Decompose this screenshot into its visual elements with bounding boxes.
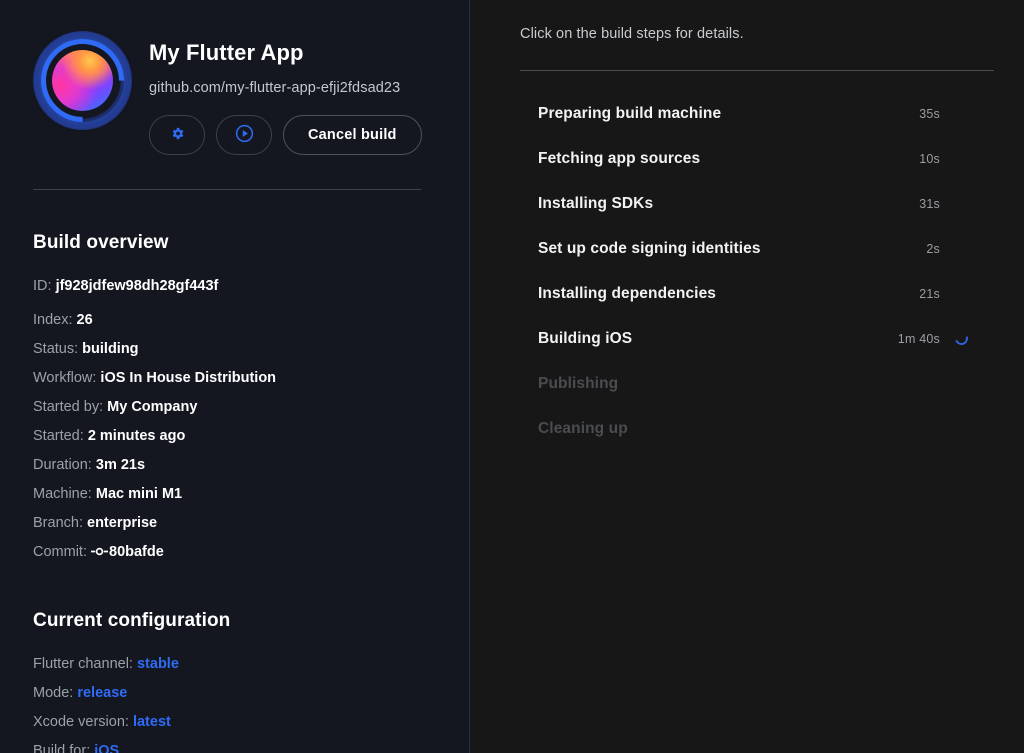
- overview-value-index: 26: [77, 312, 93, 328]
- loading-spinner-icon: [952, 330, 969, 347]
- overview-label-machine: Machine:: [33, 486, 96, 502]
- current-configuration-section: Current configuration Flutter channel: s…: [0, 610, 469, 753]
- flutter-app-gradient-logo-icon: [33, 31, 132, 130]
- step-label: Installing dependencies: [538, 285, 919, 303]
- settings-button[interactable]: [149, 115, 205, 155]
- step-label: Building iOS: [538, 330, 898, 348]
- step-label: Preparing build machine: [538, 105, 919, 123]
- overview-row-workflow: Workflow: iOS In House Distribution: [33, 364, 445, 393]
- overview-label-started: Started:: [33, 428, 88, 444]
- build-step-cleaning-up[interactable]: Cleaning up: [538, 406, 976, 451]
- overview-label-status: Status:: [33, 341, 82, 357]
- logo-core-gradient: [52, 50, 113, 111]
- overview-value-started: 2 minutes ago: [88, 428, 186, 444]
- overview-value-id: jf928jdfew98dh28gf443f: [56, 278, 219, 294]
- build-step-installing-dependencies[interactable]: Installing dependencies 21s: [538, 271, 976, 316]
- overview-row-id: ID: jf928jdfew98dh28gf443f: [33, 272, 445, 301]
- build-overview-title: Build overview: [33, 232, 445, 254]
- step-duration: 35s: [919, 107, 940, 121]
- step-duration: 10s: [919, 152, 940, 166]
- overview-value-started-by: My Company: [107, 399, 197, 415]
- overview-label-id: ID:: [33, 278, 56, 294]
- step-label: Publishing: [538, 375, 940, 393]
- config-row-xcode-version: Xcode version: latest: [33, 708, 445, 737]
- build-step-publishing[interactable]: Publishing: [538, 361, 976, 406]
- action-row: Cancel build: [149, 115, 422, 155]
- config-value-flutter-channel[interactable]: stable: [137, 656, 179, 672]
- config-value-mode[interactable]: release: [77, 685, 127, 701]
- step-duration: 31s: [919, 197, 940, 211]
- build-overview-list: ID: jf928jdfew98dh28gf443f Index: 26 Sta…: [33, 272, 445, 568]
- right-panel: Click on the build steps for details. Pr…: [470, 0, 1024, 753]
- app-meta: My Flutter App github.com/my-flutter-app…: [132, 26, 422, 155]
- overview-row-machine: Machine: Mac mini M1: [33, 480, 445, 509]
- build-detail-page: My Flutter App github.com/my-flutter-app…: [0, 0, 1024, 753]
- config-label-xcode-version: Xcode version:: [33, 714, 133, 730]
- step-status-slot: [946, 332, 976, 345]
- step-duration: 21s: [919, 287, 940, 301]
- cancel-build-button[interactable]: Cancel build: [283, 115, 422, 155]
- overview-label-duration: Duration:: [33, 457, 96, 473]
- run-build-button[interactable]: [216, 115, 272, 155]
- git-commit-icon: [91, 539, 108, 568]
- overview-value-commit[interactable]: 80bafde: [109, 544, 164, 560]
- current-configuration-title: Current configuration: [33, 610, 445, 632]
- header-divider: [33, 189, 421, 190]
- overview-value-branch: enterprise: [87, 515, 157, 531]
- overview-row-index: Index: 26: [33, 306, 445, 335]
- overview-value-machine: Mac mini M1: [96, 486, 182, 502]
- repository-url[interactable]: github.com/my-flutter-app-efji2fdsad23: [149, 80, 422, 96]
- build-step-building-ios[interactable]: Building iOS 1m 40s: [538, 316, 976, 361]
- step-duration: 2s: [926, 242, 940, 256]
- overview-label-workflow: Workflow:: [33, 370, 100, 386]
- overview-row-commit: Commit: 80bafde: [33, 538, 445, 568]
- gear-icon: [170, 126, 185, 144]
- step-label: Fetching app sources: [538, 150, 919, 168]
- overview-label-branch: Branch:: [33, 515, 87, 531]
- build-step-installing-sdks[interactable]: Installing SDKs 31s: [538, 181, 976, 226]
- build-overview-section: Build overview ID: jf928jdfew98dh28gf443…: [0, 232, 469, 568]
- overview-row-duration: Duration: 3m 21s: [33, 451, 445, 480]
- build-steps-hint: Click on the build steps for details.: [520, 0, 994, 42]
- step-label: Set up code signing identities: [538, 240, 926, 258]
- overview-label-index: Index:: [33, 312, 77, 328]
- step-label: Cleaning up: [538, 420, 940, 438]
- overview-value-workflow: iOS In House Distribution: [100, 370, 276, 386]
- config-label-build-for: Build for:: [33, 743, 94, 753]
- step-label: Installing SDKs: [538, 195, 919, 213]
- config-label-flutter-channel: Flutter channel:: [33, 656, 137, 672]
- config-label-mode: Mode:: [33, 685, 77, 701]
- overview-row-status: Status: building: [33, 335, 445, 364]
- overview-row-started: Started: 2 minutes ago: [33, 422, 445, 451]
- config-row-mode: Mode: release: [33, 679, 445, 708]
- step-duration: 1m 40s: [898, 332, 940, 346]
- app-header: My Flutter App github.com/my-flutter-app…: [0, 0, 469, 155]
- build-steps-list: Preparing build machine 35s Fetching app…: [520, 91, 994, 451]
- build-step-fetching-app-sources[interactable]: Fetching app sources 10s: [538, 136, 976, 181]
- config-row-flutter-channel: Flutter channel: stable: [33, 650, 445, 679]
- overview-row-started-by: Started by: My Company: [33, 393, 445, 422]
- overview-value-duration: 3m 21s: [96, 457, 145, 473]
- overview-row-branch: Branch: enterprise: [33, 509, 445, 538]
- page-title: My Flutter App: [149, 40, 422, 66]
- overview-label-commit: Commit:: [33, 544, 91, 560]
- play-circle-icon: [234, 123, 255, 147]
- build-step-set-up-code-signing-identities[interactable]: Set up code signing identities 2s: [538, 226, 976, 271]
- overview-label-started-by: Started by:: [33, 399, 107, 415]
- build-step-preparing-build-machine[interactable]: Preparing build machine 35s: [538, 91, 976, 136]
- config-row-build-for: Build for: iOS: [33, 737, 445, 753]
- left-panel: My Flutter App github.com/my-flutter-app…: [0, 0, 470, 753]
- status-badge: building: [82, 341, 138, 357]
- config-value-build-for[interactable]: iOS: [94, 743, 119, 753]
- config-value-xcode-version[interactable]: latest: [133, 714, 171, 730]
- steps-divider: [520, 70, 994, 71]
